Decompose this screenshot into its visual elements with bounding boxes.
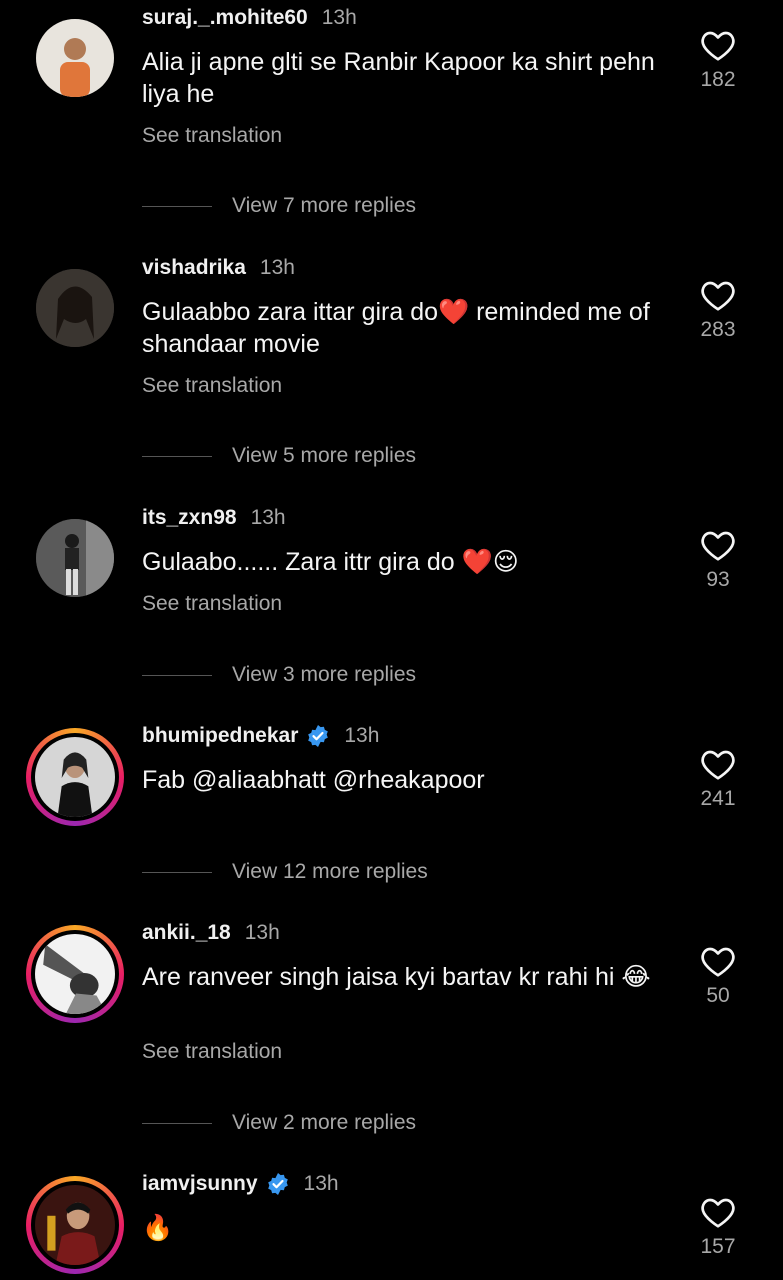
heart-icon[interactable] xyxy=(700,944,736,978)
like-count: 93 xyxy=(706,568,730,591)
view-replies-button[interactable]: View 12 more replies xyxy=(142,860,428,884)
view-replies-label: View 2 more replies xyxy=(232,1111,417,1134)
view-replies-label: View 12 more replies xyxy=(232,860,428,883)
avatar[interactable] xyxy=(36,519,114,597)
comment-username[interactable]: vishadrika xyxy=(142,256,246,280)
view-replies-label: View 5 more replies xyxy=(232,444,417,467)
like-count: 50 xyxy=(706,984,730,1007)
comment-username[interactable]: suraj._.mohite60 xyxy=(142,6,308,30)
comment-text: Gulaabbo zara ittar gira do❤️ reminded m… xyxy=(142,298,650,358)
see-translation-link[interactable]: See translation xyxy=(142,374,282,398)
view-replies-label: View 3 more replies xyxy=(232,663,417,686)
comment-username[interactable]: bhumipednekar xyxy=(142,724,298,748)
comment-text: Fab @aliaabhatt @rheakapoor xyxy=(142,766,485,794)
comment-time: 13h xyxy=(244,921,280,944)
heart-icon[interactable] xyxy=(700,747,736,781)
comment-text: Alia ji apne glti se Ranbir Kapoor ka sh… xyxy=(142,48,655,108)
comment-time: 13h xyxy=(250,506,286,529)
heart-icon[interactable] xyxy=(700,1195,736,1229)
comment-text: Are ranveer singh jaisa kyi bartav kr ra… xyxy=(142,963,651,991)
like-count: 182 xyxy=(700,68,736,91)
replies-divider xyxy=(142,1122,212,1124)
comment-text: 🔥 xyxy=(142,1214,174,1242)
comment-text: Gulaabo...... Zara ittr gira do ❤️😌 xyxy=(142,548,519,576)
heart-icon[interactable] xyxy=(700,528,736,562)
avatar[interactable] xyxy=(26,728,124,826)
comment-time: 13h xyxy=(344,724,380,747)
comment-time: 13h xyxy=(303,1172,339,1195)
like-count: 241 xyxy=(700,787,736,810)
see-translation-link[interactable]: See translation xyxy=(142,592,282,616)
verified-badge-icon xyxy=(308,725,329,747)
view-replies-label: View 7 more replies xyxy=(232,194,417,217)
avatar[interactable] xyxy=(36,269,114,347)
comment-username[interactable]: iamvjsunny xyxy=(142,1172,258,1196)
replies-divider xyxy=(142,455,212,457)
like-count: 283 xyxy=(700,318,736,341)
avatar[interactable] xyxy=(36,19,114,97)
replies-divider xyxy=(142,205,212,207)
comment-time: 13h xyxy=(321,6,357,29)
verified-badge-icon xyxy=(267,1173,288,1195)
heart-icon[interactable] xyxy=(700,278,736,312)
like-count: 157 xyxy=(700,1235,736,1258)
avatar[interactable] xyxy=(26,925,124,1023)
replies-divider xyxy=(142,871,212,873)
see-translation-link[interactable]: See translation xyxy=(142,1040,282,1064)
avatar[interactable] xyxy=(26,1176,124,1274)
view-replies-button[interactable]: View 7 more replies xyxy=(142,194,416,218)
comment-time: 13h xyxy=(259,256,295,279)
replies-divider xyxy=(142,674,212,676)
view-replies-button[interactable]: View 3 more replies xyxy=(142,663,416,687)
view-replies-button[interactable]: View 2 more replies xyxy=(142,1111,416,1135)
heart-icon[interactable] xyxy=(700,28,736,62)
comment-username[interactable]: its_zxn98 xyxy=(142,506,237,530)
comment-username[interactable]: ankii._18 xyxy=(142,921,231,945)
see-translation-link[interactable]: See translation xyxy=(142,124,282,148)
view-replies-button[interactable]: View 5 more replies xyxy=(142,444,416,468)
